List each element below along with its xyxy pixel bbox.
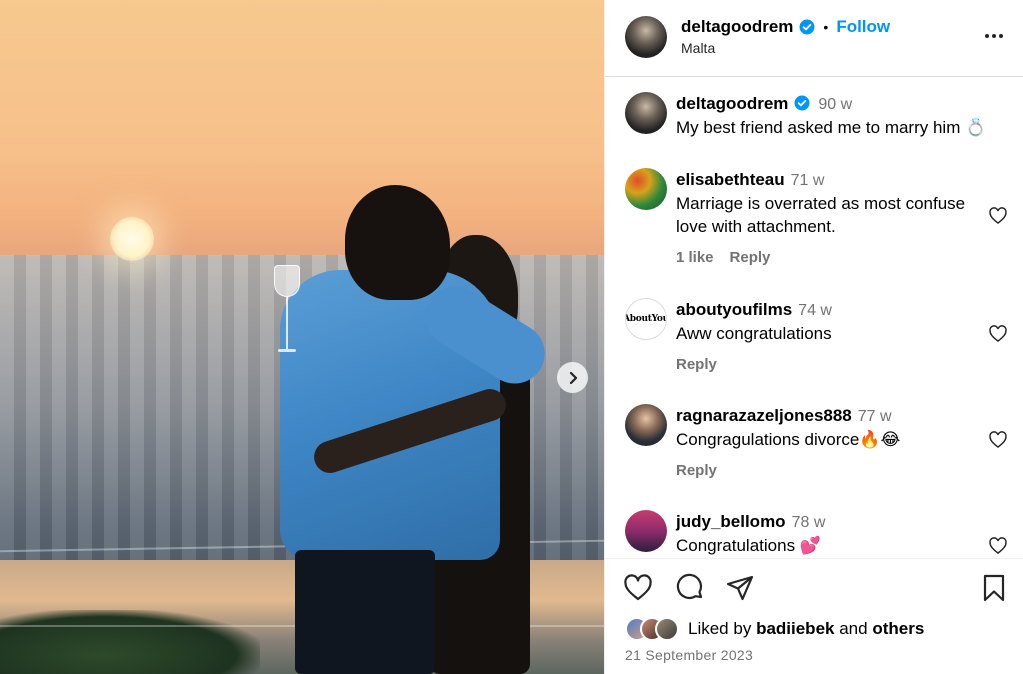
comment-item: AboutYou aboutyoufilms 74 w Aww congratul…	[605, 298, 1023, 388]
heart-icon[interactable]	[988, 324, 1008, 344]
comment-item: judy_bellomo 78 w Congratulations 💕	[605, 510, 1023, 558]
comment-username[interactable]: ragnarazazeljones888	[676, 406, 852, 425]
author-avatar[interactable]	[625, 16, 667, 58]
liker-avatar[interactable]	[655, 617, 679, 641]
comment-text: Congratulations 💕	[676, 536, 821, 555]
more-options-icon[interactable]	[982, 24, 1006, 48]
comment-username[interactable]: aboutyoufilms	[676, 300, 792, 319]
caption-time: 90 w	[818, 96, 853, 113]
comment-text-block: judy_bellomo 78 w Congratulations 💕	[676, 510, 986, 557]
follow-button[interactable]: Follow	[836, 17, 890, 37]
heart-icon[interactable]	[623, 573, 653, 603]
header-author-row: deltagoodrem • Follow	[681, 17, 890, 37]
comment-item: elisabethteau 71 w Marriage is overrated …	[605, 168, 1023, 278]
comment-time: 78 w	[791, 514, 826, 531]
aboutyou-logo: AboutYou	[625, 314, 667, 324]
comment-text-block: ragnarazazeljones888 77 w Congragulations…	[676, 404, 986, 451]
photo-bushes	[0, 610, 260, 674]
comment-username[interactable]: elisabethteau	[676, 170, 785, 189]
liked-by-prefix: Liked by	[688, 619, 752, 638]
verified-badge-icon	[799, 19, 815, 35]
comment-time: 77 w	[857, 408, 892, 425]
caption-text: My best friend asked me to marry him 💍	[676, 118, 987, 137]
comment-meta: 1 like Reply	[676, 249, 786, 266]
post-location[interactable]: Malta	[681, 40, 715, 56]
chevron-right-icon	[569, 371, 577, 384]
wine-glass	[274, 265, 300, 357]
caption: deltagoodrem 90 w My best friend asked me…	[605, 92, 1023, 142]
caption-username[interactable]: deltagoodrem	[676, 94, 788, 113]
post-actions: Liked by badiiebek and others 21 Septemb…	[605, 558, 1023, 674]
photo-couple	[270, 180, 560, 674]
commenter-avatar[interactable]	[625, 404, 667, 446]
man-hair	[345, 185, 450, 300]
liked-by-text: Liked by badiiebek and others	[688, 619, 924, 639]
heart-icon[interactable]	[988, 206, 1008, 226]
post-date[interactable]: 21 September 2023	[625, 647, 753, 663]
comment-text: Marriage is overrated as most confuse lo…	[676, 194, 966, 236]
comment-meta: Reply	[676, 462, 733, 479]
comment-text-block: elisabethteau 71 w Marriage is overrated …	[676, 168, 986, 238]
reply-button[interactable]: Reply	[676, 356, 717, 373]
heart-icon[interactable]	[988, 430, 1008, 450]
liked-by-and: and	[839, 619, 868, 638]
comments-list[interactable]: deltagoodrem 90 w My best friend asked me…	[605, 78, 1023, 558]
comment-text: Aww congratulations	[676, 324, 832, 343]
photo-sun	[110, 217, 154, 261]
comment-likes-count[interactable]: 1 like	[676, 249, 714, 266]
commenter-avatar[interactable]	[625, 168, 667, 210]
verified-badge-icon	[794, 95, 810, 111]
reply-button[interactable]: Reply	[676, 462, 717, 479]
comment-time: 71 w	[790, 172, 825, 189]
author-username[interactable]: deltagoodrem	[681, 17, 793, 37]
comment-bubble-icon[interactable]	[675, 573, 705, 603]
heart-icon[interactable]	[988, 536, 1008, 556]
comment-username[interactable]: judy_bellomo	[676, 512, 786, 531]
liked-by-others[interactable]: others	[872, 619, 924, 638]
comment-text: Congragulations divorce🔥😂	[676, 430, 901, 449]
caption-text-block: deltagoodrem 90 w My best friend asked me…	[676, 92, 1016, 139]
commenter-avatar[interactable]	[625, 510, 667, 552]
liked-by-row: Liked by badiiebek and others	[625, 617, 924, 641]
paper-plane-icon[interactable]	[725, 573, 755, 603]
separator-dot: •	[823, 19, 829, 35]
reply-button[interactable]: Reply	[730, 249, 771, 266]
bookmark-icon[interactable]	[979, 573, 1009, 603]
liked-by-user[interactable]: badiiebek	[756, 619, 834, 638]
next-image-button[interactable]	[557, 362, 588, 393]
post-header: deltagoodrem • Follow Malta	[605, 0, 1023, 77]
man-pants	[295, 550, 435, 674]
comment-meta: Reply	[676, 356, 733, 373]
post-side-panel: deltagoodrem • Follow Malta deltagoodrem…	[604, 0, 1023, 674]
comment-item: ragnarazazeljones888 77 w Congragulations…	[605, 404, 1023, 494]
caption-author-avatar[interactable]	[625, 92, 667, 134]
comment-time: 74 w	[798, 302, 832, 319]
commenter-avatar[interactable]: AboutYou	[625, 298, 667, 340]
comment-text-block: aboutyoufilms 74 w Aww congratulations	[676, 298, 986, 345]
post-photo[interactable]	[0, 0, 604, 674]
